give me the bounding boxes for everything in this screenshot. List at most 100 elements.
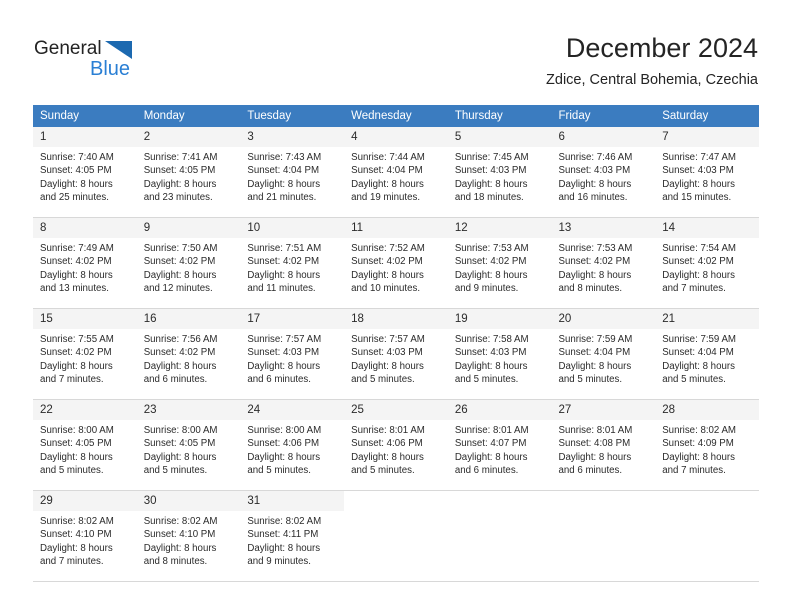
daylight-text-line1: Daylight: 8 hours: [454, 178, 528, 190]
calendar-day-cell[interactable]: 29 Sunrise: 8:02 AM Sunset: 4:10 PM Dayligh…: [33, 490, 137, 582]
daylight-text-line1: Daylight: 8 hours: [454, 269, 528, 281]
title-block: December 2024 Zdice, Central Bohemia, Cz…: [546, 32, 758, 90]
calendar-day-cell[interactable]: 11 Sunrise: 7:52 AM Sunset: 4:02 PM Dayligh…: [344, 217, 448, 309]
day-number: 8: [33, 218, 137, 238]
calendar-day-cell[interactable]: 13 Sunrise: 7:53 AM Sunset: 4:02 PM Dayligh…: [551, 217, 656, 309]
calendar-day-cell[interactable]: 7 Sunrise: 7:47 AM Sunset: 4:03 PM Daylight…: [655, 127, 759, 218]
sunrise-text: Sunrise: 8:01 AM: [454, 425, 529, 436]
calendar-day-cell[interactable]: 30 Sunrise: 8:02 AM Sunset: 4:10 PM Dayligh…: [136, 490, 241, 582]
calendar-day-cell[interactable]: 31 Sunrise: 8:02 AM Sunset: 4:11 PM Dayligh…: [240, 490, 345, 582]
day-number: [447, 491, 552, 511]
daylight-text-line2: and 6 minutes.: [247, 373, 311, 385]
calendar-day-cell[interactable]: 3 Sunrise: 7:43 AM Sunset: 4:04 PM Daylight…: [240, 127, 345, 218]
calendar-day-cell[interactable]: 2 Sunrise: 7:41 AM Sunset: 4:05 PM Daylight…: [136, 127, 241, 218]
calendar-empty-cell: [447, 490, 552, 582]
sunrise-text: Sunrise: 7:43 AM: [247, 152, 322, 163]
calendar-day-cell[interactable]: 6 Sunrise: 7:46 AM Sunset: 4:03 PM Daylight…: [551, 127, 656, 218]
calendar-day-cell[interactable]: 8 Sunrise: 7:49 AM Sunset: 4:02 PM Daylight…: [33, 217, 137, 309]
weekday-header-tuesday: Tuesday: [240, 105, 345, 127]
day-number: 24: [240, 400, 345, 420]
daylight-text-line1: Daylight: 8 hours: [247, 451, 321, 463]
sunrise-text: Sunrise: 8:02 AM: [40, 516, 114, 527]
day-info: Sunrise: 7:57 AM Sunset: 4:03 PM Daylight:…: [240, 329, 344, 386]
calendar-day-cell[interactable]: 12 Sunrise: 7:53 AM Sunset: 4:02 PM Dayligh…: [447, 217, 552, 309]
daylight-text-line2: and 16 minutes.: [558, 191, 628, 203]
calendar-day-cell[interactable]: 22 Sunrise: 8:00 AM Sunset: 4:05 PM Dayligh…: [33, 399, 137, 491]
sunset-text: Sunset: 4:05 PM: [40, 438, 112, 450]
sunrise-text: Sunrise: 7:53 AM: [454, 243, 529, 254]
calendar-day-cell[interactable]: 20 Sunrise: 7:59 AM Sunset: 4:04 PM Dayligh…: [551, 308, 656, 400]
calendar-week-row: 15 Sunrise: 7:55 AM Sunset: 4:02 PM Dayligh…: [33, 308, 759, 400]
day-info: Sunrise: 8:00 AM Sunset: 4:05 PM Daylight:…: [33, 420, 137, 477]
day-number: 31: [240, 491, 345, 511]
daylight-text-line2: and 7 minutes.: [662, 282, 726, 294]
calendar-day-cell[interactable]: 10 Sunrise: 7:51 AM Sunset: 4:02 PM Dayligh…: [240, 217, 345, 309]
day-info: Sunrise: 8:02 AM Sunset: 4:09 PM Daylight:…: [655, 420, 759, 477]
day-number: 21: [655, 309, 759, 329]
sunrise-text: Sunrise: 8:00 AM: [40, 425, 114, 436]
calendar-empty-cell: [344, 490, 448, 582]
day-info: Sunrise: 7:59 AM Sunset: 4:04 PM Daylight:…: [655, 329, 759, 386]
calendar-day-cell[interactable]: 23 Sunrise: 8:00 AM Sunset: 4:05 PM Dayligh…: [136, 399, 241, 491]
calendar-day-cell[interactable]: 1 Sunrise: 7:40 AM Sunset: 4:05 PM Daylight…: [33, 127, 137, 218]
day-info: Sunrise: 7:40 AM Sunset: 4:05 PM Daylight:…: [33, 147, 137, 204]
daylight-text-line2: and 5 minutes.: [454, 373, 519, 385]
calendar-day-cell[interactable]: 26 Sunrise: 8:01 AM Sunset: 4:07 PM Dayligh…: [447, 399, 552, 491]
day-number: 23: [136, 400, 241, 420]
day-info: Sunrise: 7:46 AM Sunset: 4:03 PM Daylight:…: [552, 147, 656, 204]
day-number: 22: [33, 400, 137, 420]
daylight-text-line1: Daylight: 8 hours: [351, 360, 424, 372]
day-number: 1: [33, 127, 137, 147]
sunset-text: Sunset: 4:10 PM: [40, 529, 112, 541]
sunrise-text: Sunrise: 7:57 AM: [351, 334, 425, 345]
calendar-day-cell[interactable]: 16 Sunrise: 7:56 AM Sunset: 4:02 PM Dayligh…: [136, 308, 241, 400]
sunset-text: Sunset: 4:03 PM: [558, 165, 631, 177]
day-info: Sunrise: 8:02 AM Sunset: 4:10 PM Daylight:…: [33, 511, 137, 568]
calendar-day-cell[interactable]: 18 Sunrise: 7:57 AM Sunset: 4:03 PM Dayligh…: [344, 308, 448, 400]
daylight-text-line1: Daylight: 8 hours: [247, 269, 321, 281]
calendar-week-row: 29 Sunrise: 8:02 AM Sunset: 4:10 PM Dayligh…: [33, 490, 759, 582]
day-number: 13: [551, 218, 656, 238]
calendar-empty-cell: [655, 490, 759, 582]
day-info: Sunrise: 7:41 AM Sunset: 4:05 PM Daylight:…: [137, 147, 241, 204]
calendar-day-cell[interactable]: 19 Sunrise: 7:58 AM Sunset: 4:03 PM Dayligh…: [447, 308, 552, 400]
day-number: 27: [551, 400, 656, 420]
calendar-day-cell[interactable]: 24 Sunrise: 8:00 AM Sunset: 4:06 PM Dayligh…: [240, 399, 345, 491]
daylight-text-line1: Daylight: 8 hours: [247, 542, 321, 554]
sunset-text: Sunset: 4:11 PM: [247, 529, 319, 541]
page-subtitle: Zdice, Central Bohemia, Czechia: [546, 72, 758, 88]
daylight-text-line2: and 5 minutes.: [247, 464, 311, 476]
calendar-day-cell[interactable]: 28 Sunrise: 8:02 AM Sunset: 4:09 PM Dayligh…: [655, 399, 759, 491]
day-info: Sunrise: 7:50 AM Sunset: 4:02 PM Daylight:…: [137, 238, 241, 295]
daylight-text-line1: Daylight: 8 hours: [351, 178, 424, 190]
calendar-day-cell[interactable]: 14 Sunrise: 7:54 AM Sunset: 4:02 PM Dayligh…: [655, 217, 759, 309]
general-blue-logo[interactable]: General Blue: [34, 38, 164, 86]
sunrise-text: Sunrise: 7:45 AM: [454, 152, 529, 163]
daylight-text-line1: Daylight: 8 hours: [143, 269, 217, 281]
daylight-text-line2: and 12 minutes.: [143, 282, 213, 294]
day-number: 18: [344, 309, 448, 329]
day-number: 10: [240, 218, 345, 238]
calendar-day-cell[interactable]: 15 Sunrise: 7:55 AM Sunset: 4:02 PM Dayligh…: [33, 308, 137, 400]
weekday-header-sunday: Sunday: [33, 105, 137, 127]
day-number: 9: [136, 218, 241, 238]
day-info: Sunrise: 7:57 AM Sunset: 4:03 PM Daylight:…: [344, 329, 448, 386]
calendar-day-cell[interactable]: 21 Sunrise: 7:59 AM Sunset: 4:04 PM Dayligh…: [655, 308, 759, 400]
calendar-day-cell[interactable]: 4 Sunrise: 7:44 AM Sunset: 4:04 PM Daylight…: [344, 127, 448, 218]
daylight-text-line2: and 9 minutes.: [247, 555, 311, 567]
calendar-day-cell[interactable]: 25 Sunrise: 8:01 AM Sunset: 4:06 PM Dayligh…: [344, 399, 448, 491]
day-info: Sunrise: 8:01 AM Sunset: 4:07 PM Daylight:…: [448, 420, 552, 477]
daylight-text-line1: Daylight: 8 hours: [558, 451, 632, 463]
calendar-day-cell[interactable]: 17 Sunrise: 7:57 AM Sunset: 4:03 PM Dayligh…: [240, 308, 345, 400]
sunset-text: Sunset: 4:02 PM: [247, 256, 320, 268]
daylight-text-line2: and 19 minutes.: [351, 191, 421, 203]
weekday-header-saturday: Saturday: [655, 105, 759, 127]
sunset-text: Sunset: 4:10 PM: [143, 529, 216, 541]
daylight-text-line1: Daylight: 8 hours: [351, 269, 424, 281]
calendar-day-cell[interactable]: 9 Sunrise: 7:50 AM Sunset: 4:02 PM Daylight…: [136, 217, 241, 309]
daylight-text-line1: Daylight: 8 hours: [40, 269, 113, 281]
sunrise-text: Sunrise: 8:02 AM: [662, 425, 736, 436]
calendar-day-cell[interactable]: 27 Sunrise: 8:01 AM Sunset: 4:08 PM Dayligh…: [551, 399, 656, 491]
calendar-day-cell[interactable]: 5 Sunrise: 7:45 AM Sunset: 4:03 PM Daylight…: [447, 127, 552, 218]
day-info: Sunrise: 8:02 AM Sunset: 4:10 PM Daylight:…: [137, 511, 241, 568]
